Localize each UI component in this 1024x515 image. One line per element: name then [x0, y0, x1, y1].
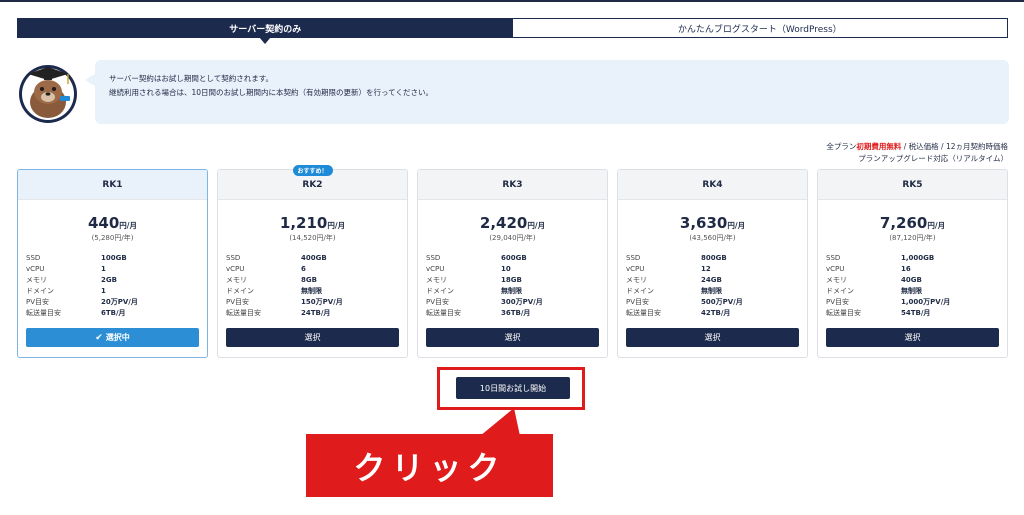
plan-specs: SSD 400GB vCPU 6 メモリ 8GB ドメイン 無制限 PV目安 150万PV…: [226, 254, 343, 317]
contract-type-tabs: サーバー契約のみ かんたんブログスタート（WordPress）: [17, 18, 1008, 44]
info-line-1: サーバー契約はお試し期間として契約されます。: [109, 74, 273, 83]
plan-card-rk1[interactable]: RK1 440円/月 (5,280円/年) SSD 100GB vCPU 1 メモリ…: [17, 169, 208, 358]
tab-server-only[interactable]: サーバー契約のみ: [18, 19, 513, 44]
plan-card-rk4[interactable]: RK4 3,630円/月 (43,560円/年) SSD 800GB vCPU 12…: [617, 169, 808, 358]
click-callout: クリック: [306, 434, 553, 497]
plan-price: 1,210円/月: [279, 214, 346, 232]
plan-specs: SSD 1,000GB vCPU 16 メモリ 40GB ドメイン 無制限 PV目安 1,…: [826, 254, 951, 317]
check-icon: ✔: [95, 332, 103, 343]
notes-upgrade: プランアップグレード対応（リアルタイム）: [858, 154, 1008, 163]
plan-price: 7,260円/月: [879, 214, 946, 232]
plan-price-yearly: (14,520円/年): [289, 234, 336, 242]
notes-highlight: 初期費用無料: [856, 142, 902, 151]
notes-suffix: / 税込価格 / 12ヵ月契約時価格: [901, 142, 1008, 151]
plan-name: RK5: [818, 170, 1007, 200]
highlight-frame: 10日間お試し開始: [437, 367, 585, 410]
mascot-avatar: [19, 65, 77, 123]
pricing-notes: 全プラン初期費用無料 / 税込価格 / 12ヵ月契約時価格 プランアップグレード…: [826, 141, 1008, 165]
start-trial-button[interactable]: 10日間お試し開始: [456, 377, 570, 399]
plan-name: RK3: [418, 170, 607, 200]
recommended-badge: おすすめ！: [292, 165, 333, 176]
plan-price: 2,420円/月: [479, 214, 546, 232]
plan-price-yearly: (87,120円/年): [889, 234, 936, 242]
plan-price: 440円/月: [87, 214, 138, 232]
select-button-rk3[interactable]: 選択: [426, 328, 599, 347]
plan-name: RK1: [18, 170, 207, 200]
plan-specs: SSD 800GB vCPU 12 メモリ 24GB ドメイン 無制限 PV目安 500万…: [626, 254, 743, 317]
trial-info-bubble: サーバー契約はお試し期間として契約されます。 継続利用される場合は、10日間のお…: [85, 60, 1009, 124]
info-line-2: 継続利用される場合は、10日間のお試し期間内に本契約（有効期限の更新）を行ってく…: [109, 88, 433, 97]
plan-price-yearly: (5,280円/年): [91, 234, 134, 242]
plan-specs: SSD 100GB vCPU 1 メモリ 2GB ドメイン 1 PV目安 20万PV/月 …: [26, 254, 138, 317]
select-button-rk2[interactable]: 選択: [226, 328, 399, 347]
plan-price: 3,630円/月: [679, 214, 746, 232]
top-border: [0, 0, 1024, 2]
plan-specs: SSD 600GB vCPU 10 メモリ 18GB ドメイン 無制限 PV目安 300万…: [426, 254, 543, 317]
notes-prefix: 全プラン: [826, 142, 857, 151]
plan-price-yearly: (43,560円/年): [689, 234, 736, 242]
select-button-rk4[interactable]: 選択: [626, 328, 799, 347]
plan-price-yearly: (29,040円/年): [489, 234, 536, 242]
plan-name: RK4: [618, 170, 807, 200]
plan-card-rk2[interactable]: おすすめ！ RK2 1,210円/月 (14,520円/年) SSD 400GB …: [217, 165, 408, 358]
plan-card-rk5[interactable]: RK5 7,260円/月 (87,120円/年) SSD 1,000GB vCPU…: [817, 169, 1008, 358]
plan-card-rk3[interactable]: RK3 2,420円/月 (29,040円/年) SSD 600GB vCPU 10…: [417, 169, 608, 358]
tab-wordpress-quickstart[interactable]: かんたんブログスタート（WordPress）: [512, 19, 1007, 37]
select-button-rk1[interactable]: ✔ 選択中: [26, 328, 199, 347]
select-button-rk5[interactable]: 選択: [826, 328, 999, 347]
